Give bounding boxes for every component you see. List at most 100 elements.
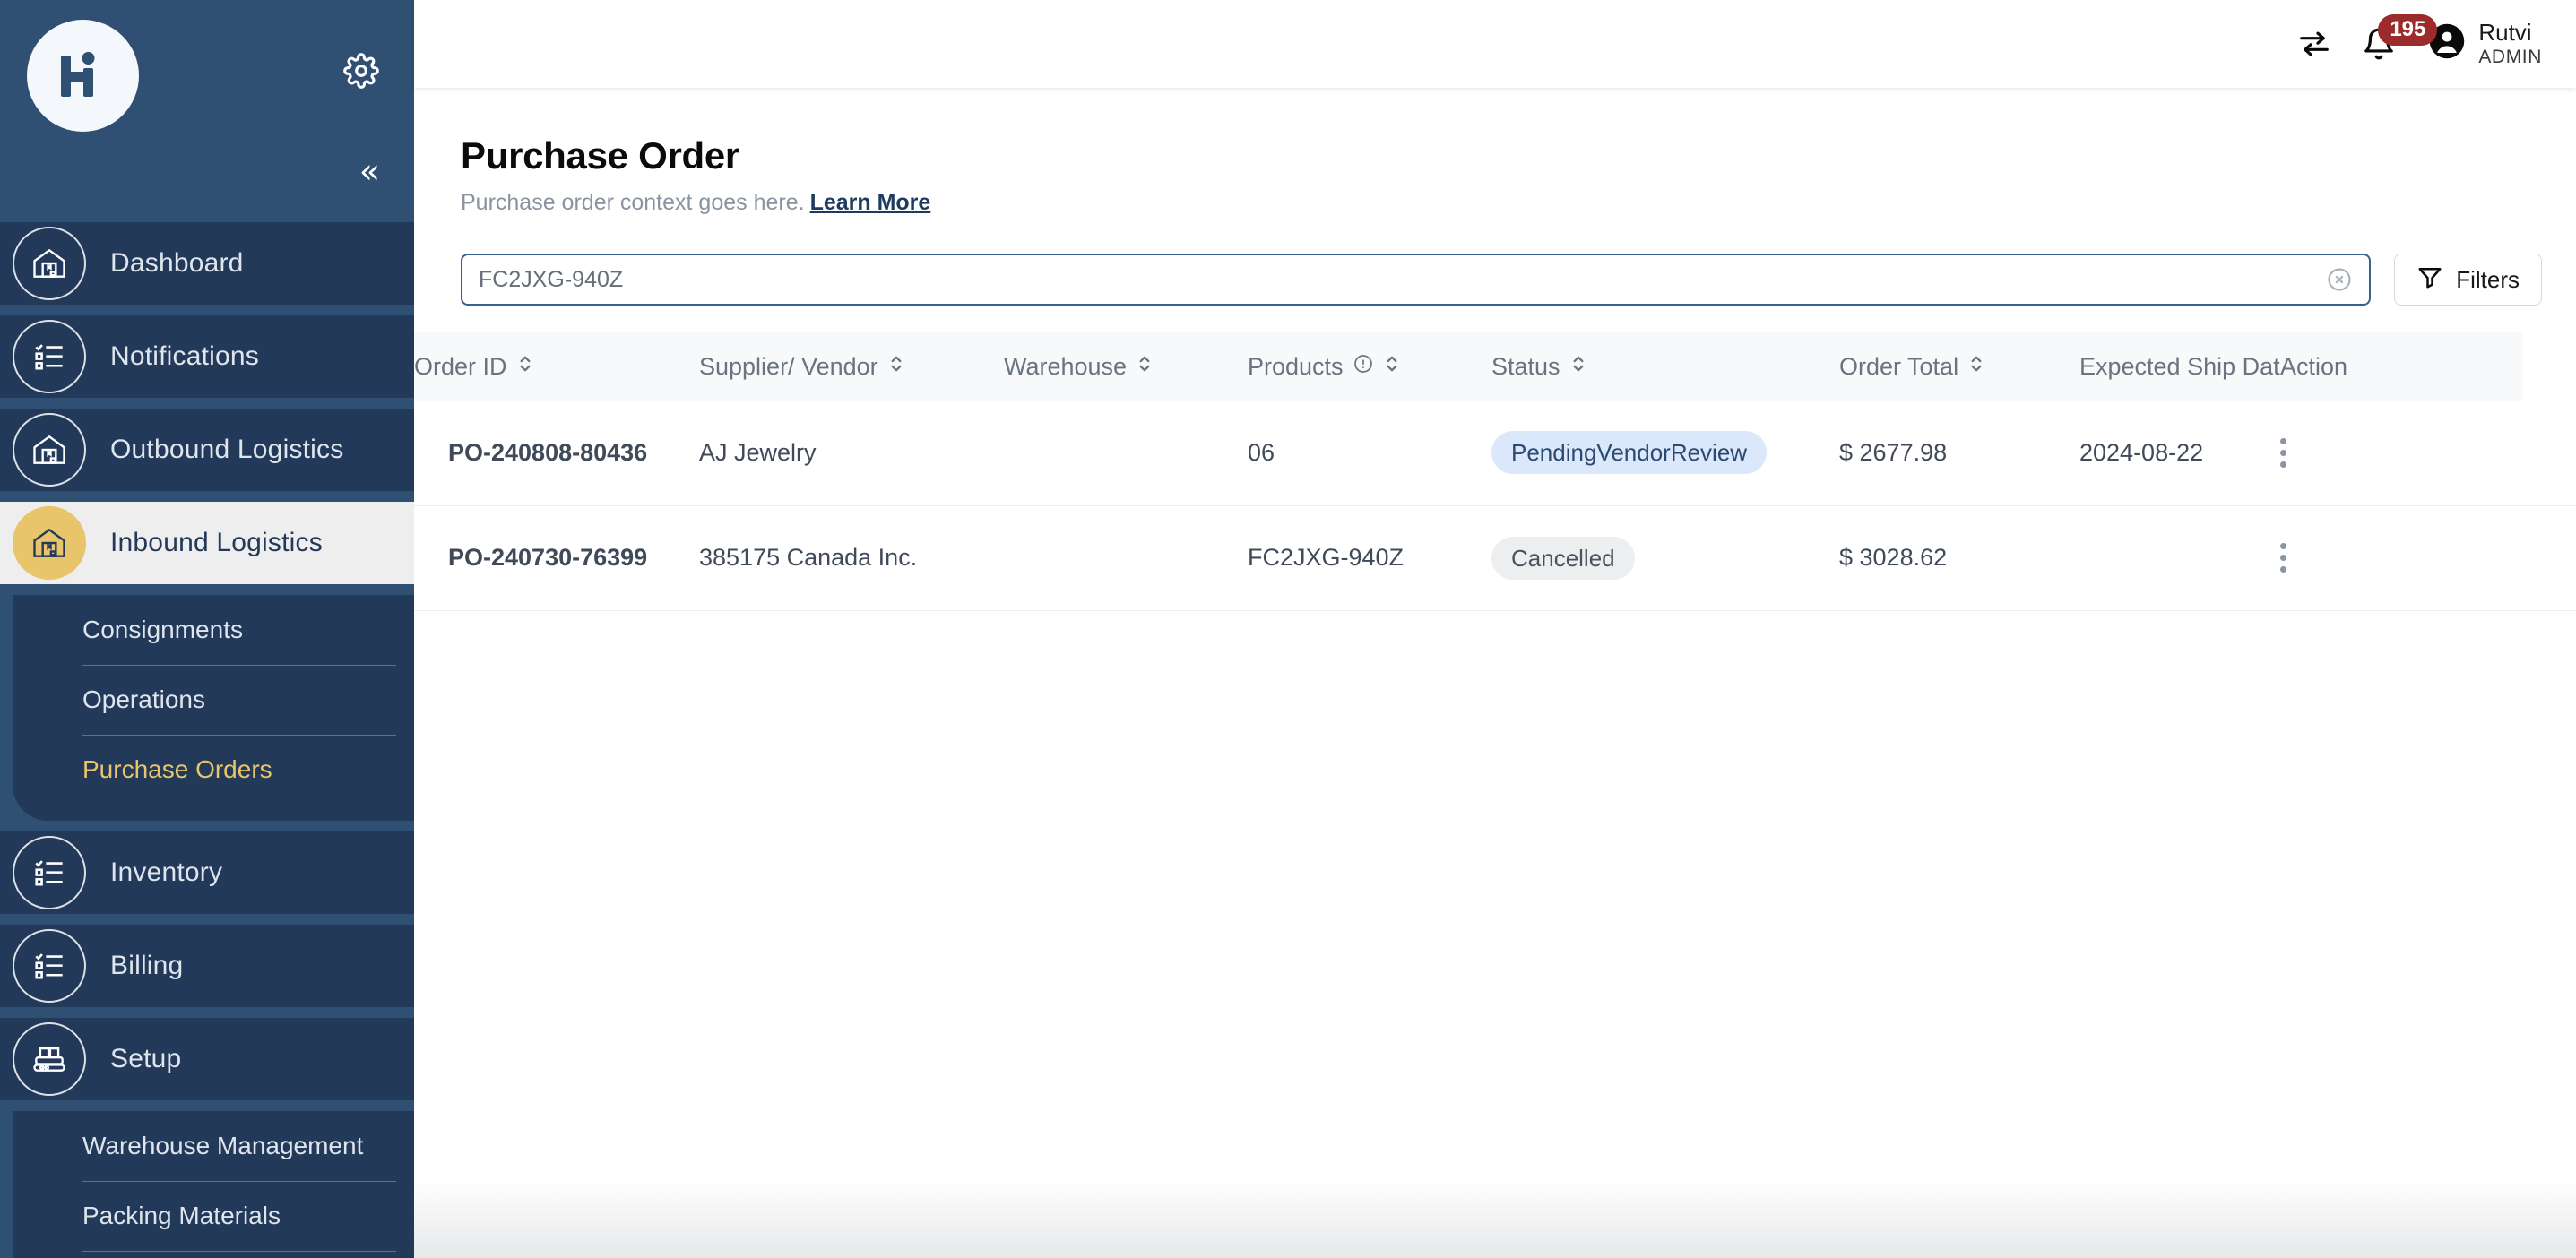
submenu-item-label: Purchase Orders (82, 755, 272, 784)
sidebar-item-notifications[interactable]: Notifications (0, 315, 414, 398)
warehouse-icon (13, 413, 86, 487)
checklist-icon (13, 929, 86, 1003)
sidebar-nav: Dashboard Notifications (0, 222, 414, 1258)
warehouse-icon (13, 227, 86, 300)
sidebar-item-label: Notifications (110, 341, 259, 372)
submenu-item-label: Warehouse Management (82, 1132, 363, 1160)
learn-more-link[interactable]: Learn More (810, 190, 931, 215)
sidebar-item-inventory[interactable]: Inventory (0, 831, 414, 914)
chevron-double-left-icon[interactable]: « (359, 154, 380, 188)
checklist-icon (13, 320, 86, 393)
search-row: Filters (414, 254, 2576, 306)
submenu-setup: Warehouse Management Packing Materials B… (13, 1111, 414, 1258)
cell-supplier: 385175 Canada Inc. (699, 505, 1004, 610)
transfer-arrows-icon[interactable] (2297, 27, 2331, 61)
submenu-item-consignments[interactable]: Consignments (13, 595, 414, 665)
column-label: Order ID (414, 353, 507, 381)
cell-order-total: $ 3028.62 (1839, 505, 2079, 610)
submenu-item-packing-materials[interactable]: Packing Materials (13, 1181, 414, 1251)
submenu-item-label: Consignments (82, 616, 243, 644)
sidebar-item-dashboard[interactable]: Dashboard (0, 222, 414, 305)
warehouse-icon (13, 506, 86, 580)
sidebar-item-inbound-logistics[interactable]: Inbound Logistics (0, 502, 414, 584)
bell-icon[interactable]: 195 (2362, 27, 2396, 61)
app-logo[interactable] (27, 20, 139, 132)
page-content: Purchase Order Purchase order context go… (414, 88, 2576, 1258)
column-header-products[interactable]: Products (1248, 332, 1491, 401)
column-header-order-id[interactable]: Order ID (414, 332, 699, 401)
cell-order-id[interactable]: PO-240730-76399 (414, 505, 699, 610)
cell-order-total: $ 2677.98 (1839, 401, 2079, 505)
conveyor-icon (13, 1022, 86, 1096)
cell-action[interactable] (2280, 401, 2522, 505)
cell-products: 06 (1248, 401, 1491, 505)
search-input[interactable] (479, 267, 2326, 293)
page-subtitle: Purchase order context goes here.Learn M… (414, 190, 2576, 216)
clear-circle-icon[interactable] (2326, 266, 2353, 293)
submenu-item-billing-profiles[interactable]: Billing Profiles BETA (13, 1251, 414, 1258)
column-label: Warehouse (1004, 353, 1127, 381)
sidebar-item-label: Billing (110, 951, 183, 981)
app-root: « Dashboard (0, 0, 2576, 1258)
column-label: Supplier/ Vendor (699, 353, 878, 381)
table-row[interactable]: PO-240730-76399 385175 Canada Inc. FC2JX… (414, 505, 2576, 610)
sort-icon[interactable] (1383, 352, 1401, 382)
cell-action[interactable] (2280, 505, 2522, 610)
sidebar: « Dashboard (0, 0, 414, 1258)
funnel-icon (2416, 263, 2443, 297)
kebab-menu-icon[interactable] (2280, 438, 2522, 468)
filters-button[interactable]: Filters (2394, 254, 2542, 306)
column-header-action: Action (2280, 332, 2522, 401)
sort-icon[interactable] (887, 352, 905, 382)
column-label: Action (2280, 353, 2347, 381)
sidebar-item-setup[interactable]: Setup (0, 1018, 414, 1100)
sidebar-item-billing[interactable]: Billing (0, 925, 414, 1007)
column-label: Order Total (1839, 353, 1958, 381)
status-badge: Cancelled (1491, 537, 1635, 580)
submenu-item-warehouse-management[interactable]: Warehouse Management (13, 1111, 414, 1181)
cell-status: PendingVendorReview (1491, 401, 1839, 505)
submenu-item-purchase-orders[interactable]: Purchase Orders (13, 735, 414, 805)
sidebar-item-label: Inventory (110, 857, 222, 888)
column-header-order-total[interactable]: Order Total (1839, 332, 2079, 401)
column-header-supplier-vendor[interactable]: Supplier/ Vendor (699, 332, 1004, 401)
search-box[interactable] (461, 254, 2371, 306)
kebab-menu-icon[interactable] (2280, 543, 2522, 573)
cell-supplier: AJ Jewelry (699, 401, 1004, 505)
filters-label: Filters (2456, 266, 2520, 294)
info-circle-icon[interactable] (1353, 353, 1374, 381)
sidebar-item-label: Outbound Logistics (110, 435, 343, 465)
bottom-fade (414, 1177, 2576, 1258)
user-menu[interactable]: Rutvi ADMIN (2428, 20, 2542, 68)
gear-icon[interactable] (341, 50, 382, 91)
column-label: Expected Ship Date (2079, 353, 2294, 381)
notification-count-badge: 195 (2378, 14, 2437, 46)
cell-warehouse (1004, 505, 1248, 610)
column-header-warehouse[interactable]: Warehouse (1004, 332, 1248, 401)
table-body: PO-240808-80436 AJ Jewelry 06 PendingVen… (414, 401, 2576, 610)
sort-icon[interactable] (516, 352, 534, 382)
column-label: Products (1248, 353, 1344, 381)
top-bar: 195 Rutvi ADMIN (414, 0, 2576, 88)
column-label: Status (1491, 353, 1560, 381)
sidebar-item-label: Setup (110, 1044, 181, 1074)
submenu-item-label: Packing Materials (82, 1202, 281, 1230)
submenu-item-operations[interactable]: Operations (13, 665, 414, 735)
sort-icon[interactable] (1569, 352, 1587, 382)
main-area: 195 Rutvi ADMIN Purchase Order (414, 0, 2576, 1258)
submenu-inbound-logistics: Consignments Operations Purchase Orders (13, 595, 414, 821)
sidebar-item-label: Dashboard (110, 248, 244, 279)
user-name: Rutvi (2478, 20, 2542, 47)
submenu-item-label: Operations (82, 685, 205, 714)
cell-products: FC2JXG-940Z (1248, 505, 1491, 610)
cell-order-id[interactable]: PO-240808-80436 (414, 401, 699, 505)
table-row[interactable]: PO-240808-80436 AJ Jewelry 06 PendingVen… (414, 401, 2576, 505)
sort-icon[interactable] (1136, 352, 1154, 382)
sort-icon[interactable] (1967, 352, 1985, 382)
column-header-status[interactable]: Status (1491, 332, 1839, 401)
purchase-order-table-wrapper[interactable]: Order ID Supplier/ Vendor (414, 332, 2576, 906)
user-role: ADMIN (2478, 47, 2542, 68)
cell-status: Cancelled (1491, 505, 1839, 610)
sidebar-header: « (0, 0, 414, 222)
sidebar-item-outbound-logistics[interactable]: Outbound Logistics (0, 409, 414, 491)
